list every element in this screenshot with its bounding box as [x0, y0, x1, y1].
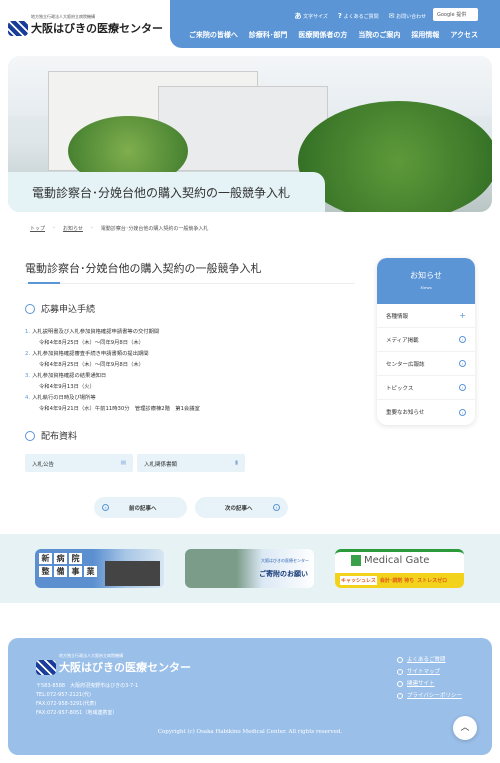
footer-logo[interactable]: 地方独立行政法人大阪府立病院機構 大阪はびきの医療センター — [36, 653, 191, 675]
file-icon: ▮ — [234, 460, 238, 466]
divider — [25, 283, 355, 284]
logo-mark-icon — [36, 660, 56, 675]
nav-departments[interactable]: 診療科･部門 — [249, 30, 288, 40]
font-size-icon: あ — [294, 12, 302, 20]
sidebar-item-important[interactable]: 重要なお知らせ › — [377, 400, 475, 424]
news-sidebar: お知らせ News 各種情報 + メディア掲載 › センター広報誌 › トピックス › 重… — [377, 258, 475, 425]
sidebar-item-magazine[interactable]: センター広報誌 › — [377, 352, 475, 376]
plus-icon: + — [459, 311, 466, 320]
chevron-circle-icon: › — [459, 336, 466, 343]
hero-title: 電動診察台･分娩台他の購入契約の一般競争入札 — [8, 172, 325, 212]
sidebar-item-topics[interactable]: トピックス › — [377, 376, 475, 400]
page-title: 電動診察台･分娩台他の購入契約の一般競争入札 — [25, 262, 262, 275]
logo[interactable]: 地方独立行政法人大阪府立病院機構 大阪はびきの医療センター — [8, 14, 163, 36]
medical-gate-logo-icon — [351, 555, 361, 566]
logo-mark-icon — [8, 21, 28, 36]
banner-new-hospital[interactable]: 新病院 整備事業 — [35, 549, 164, 588]
nav-recruit[interactable]: 採用情報 — [411, 30, 439, 40]
search-input[interactable]: Google 提供 — [433, 8, 478, 21]
next-article-button[interactable]: 次の記事へ › — [195, 497, 288, 518]
footer-link-faq[interactable]: よくあるご質問 — [397, 654, 462, 666]
doc-link-notice[interactable]: 入札公告 ▤ — [25, 454, 133, 472]
footer-link-privacy[interactable]: プライバシーポリシー — [397, 690, 462, 702]
footer-link-related[interactable]: 関連サイト — [397, 678, 462, 690]
chevron-circle-icon: › — [459, 408, 466, 416]
copyright: Copyright (c) Osaka Habikino Medical Cen… — [157, 729, 343, 735]
pdf-icon: ▤ — [120, 460, 126, 466]
chevron-up-icon: ︿ — [460, 723, 470, 733]
mail-icon: ✉ — [388, 12, 395, 20]
nav-professionals[interactable]: 医療関係者の方 — [298, 30, 347, 40]
chevron-right-icon: › — [273, 504, 280, 511]
hero-image: 電動診察台･分娩台他の購入契約の一般競争入札 — [8, 56, 492, 212]
nav-visitors[interactable]: ご来院の皆様へ — [189, 30, 238, 40]
chevron-circle-icon — [397, 669, 403, 675]
footer-link-sitemap[interactable]: サイトマップ — [397, 666, 462, 678]
section-heading: 応募申込手続 — [25, 302, 95, 315]
sidebar-item-info[interactable]: 各種情報 + — [377, 304, 475, 328]
doc-link-documents[interactable]: 入札関係書類 ▮ — [137, 454, 245, 472]
section-heading: 配布資料 — [25, 429, 77, 442]
chevron-circle-icon — [397, 693, 403, 699]
nav-about[interactable]: 当院のご案内 — [358, 30, 400, 40]
list-item: 4. 入札執行の日時及び場所等 令和4年9月21日（水）午前11時30分 管理診療棟… — [25, 395, 200, 412]
font-size-button[interactable]: あ 文字サイズ — [294, 11, 327, 21]
banner-medical-gate[interactable]: Medical Gate キャッシュレス 会計･調剤 待ち ストレスゼロ — [335, 549, 464, 588]
divider-accent — [28, 282, 60, 284]
list-item: 1. 入札説明書及び入札参加資格確認申請書等の交付期間 令和4年8月25日（木）～同… — [25, 329, 160, 346]
breadcrumb-top[interactable]: トップ — [30, 225, 45, 232]
breadcrumb-current: 電動診察台･分娩台他の購入契約の一般競争入札 — [100, 226, 209, 232]
circle-icon — [25, 303, 35, 314]
sidebar-item-media[interactable]: メディア掲載 › — [377, 328, 475, 352]
list-item: 2. 入札参加資格確認審査手続き申請書類の提出期間 令和4年8月25日（木）～同年9… — [25, 351, 149, 368]
question-icon: ? — [337, 12, 342, 20]
chevron-circle-icon: › — [459, 384, 466, 391]
chevron-circle-icon: › — [459, 360, 466, 367]
breadcrumb-news[interactable]: お知らせ — [63, 225, 83, 232]
list-item: 3. 入札参加資格確認の結果通知日 令和4年9月13日（火） — [25, 373, 107, 390]
back-to-top-button[interactable]: ︿ — [453, 716, 477, 740]
circle-icon — [25, 430, 35, 441]
chevron-circle-icon — [397, 681, 403, 687]
banner-donation[interactable]: 大阪はびきの医療センター ご寄附のお願い — [185, 549, 314, 588]
header-nav: あ 文字サイズ ? よくあるご質問 ✉ お問い合わせ ⌕ Google 提供 ご… — [170, 0, 500, 48]
footer-address: 〒583-8588 大阪府羽曳野市はびきの3-7-1 TEL:072-957-21… — [36, 683, 139, 716]
nav-access[interactable]: アクセス — [450, 30, 478, 40]
contact-button[interactable]: ✉ お問い合わせ — [389, 12, 426, 20]
footer: 地方独立行政法人大阪府立病院機構 大阪はびきの医療センター 〒583-8588 大… — [8, 638, 492, 755]
procedure-list: 1. 入札説明書及び入札参加資格確認申請書等の交付期間 令和4年8月25日（木）～同… — [25, 327, 200, 415]
chevron-circle-icon — [397, 657, 403, 663]
chevron-left-icon: ‹ — [102, 504, 109, 511]
faq-button[interactable]: ? よくあるご質問 — [338, 12, 379, 20]
prev-article-button[interactable]: ‹ 前の記事へ — [94, 497, 187, 518]
breadcrumb: トップ › お知らせ › 電動診察台･分娩台他の購入契約の一般競争入札 — [30, 225, 209, 232]
